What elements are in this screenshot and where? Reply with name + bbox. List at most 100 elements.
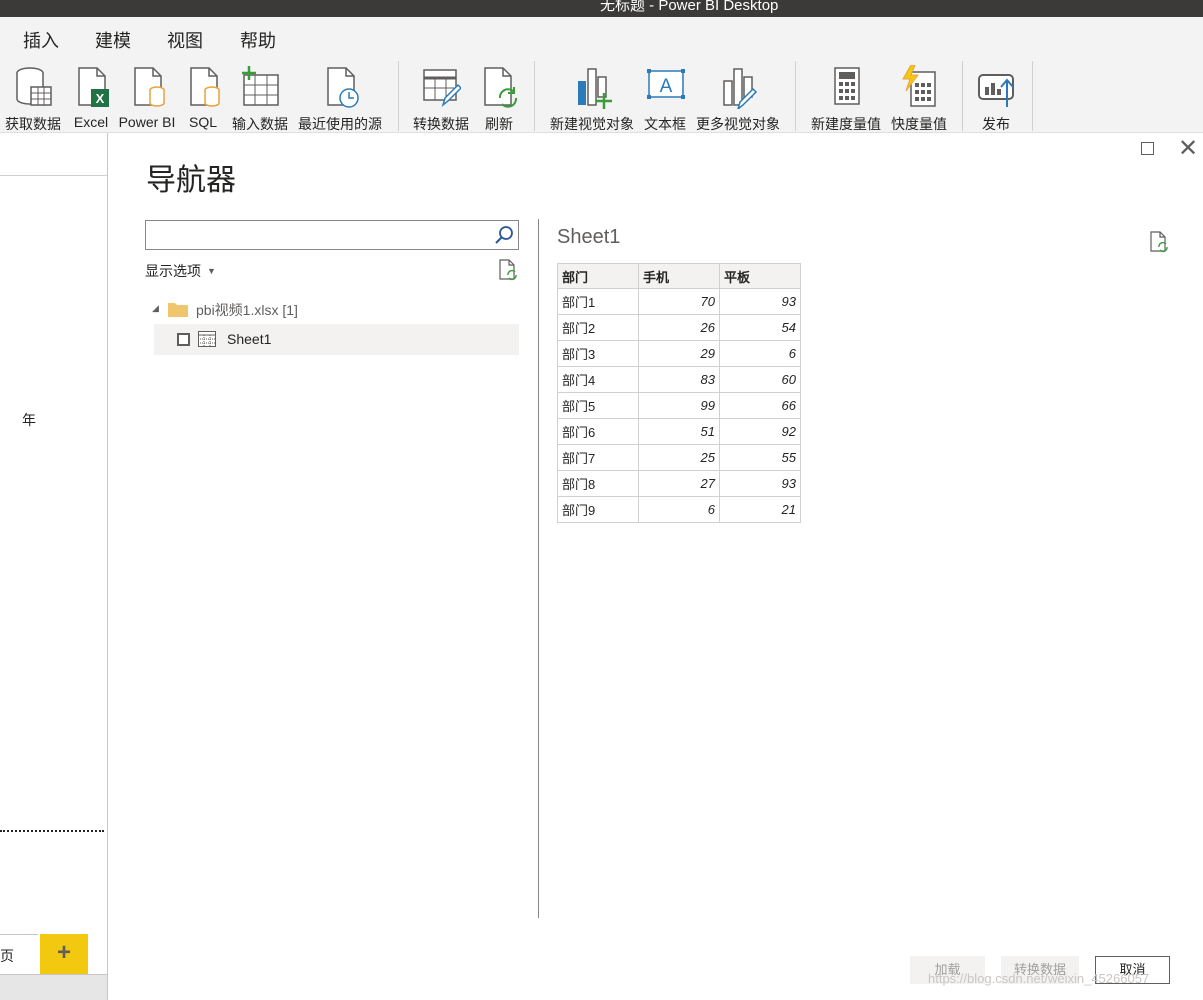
- text-box-label: 文本框: [644, 116, 686, 132]
- table-cell: 部门1: [557, 288, 639, 315]
- refresh-label: 刷新: [485, 116, 513, 132]
- table-cell: 54: [719, 314, 801, 341]
- chevron-down-icon: ▼: [207, 266, 216, 276]
- menu-insert[interactable]: 插入: [23, 27, 59, 53]
- table-cell: 93: [719, 288, 801, 315]
- dataset-icon: [134, 67, 165, 107]
- table-cell: 83: [638, 366, 720, 393]
- table-cell: 60: [719, 366, 801, 393]
- more-visuals-label: 更多视觉对象: [696, 116, 780, 132]
- table-cell: 29: [638, 340, 720, 367]
- ribbon: 获取数据 ⌄ X Excel Power BI SQL: [0, 57, 1203, 148]
- table-cell: 部门2: [557, 314, 639, 341]
- navigator-dialog: ✕ 导航器 显示选项 ▼ ◢ pbi视频1.xlsx [1] Sheet1 Sh…: [107, 133, 1203, 1000]
- excel-icon: X: [78, 67, 109, 107]
- table-row: 部门6 51 92: [557, 418, 801, 445]
- new-measure-label: 新建度量值: [811, 116, 881, 132]
- tree-item-sheet[interactable]: Sheet1: [154, 324, 519, 355]
- get-data-label: 获取数据: [5, 116, 61, 132]
- table-cell: 70: [638, 288, 720, 315]
- table-row: 部门4 83 60: [557, 366, 801, 393]
- column-header: 平板: [719, 263, 801, 289]
- display-options-label: 显示选项: [145, 263, 201, 279]
- page-tab[interactable]: 页: [0, 934, 38, 974]
- table-cell: 部门5: [557, 392, 639, 419]
- refresh-icon[interactable]: [497, 259, 519, 281]
- menu-help[interactable]: 帮助: [240, 27, 276, 53]
- title-bar: 无标题 - Power BI Desktop: [0, 0, 1203, 17]
- table-cell: 部门6: [557, 418, 639, 445]
- sheet-name: Sheet1: [227, 331, 272, 347]
- dialog-title: 导航器: [146, 163, 236, 198]
- table-cell: 93: [719, 470, 801, 497]
- database-icon: [16, 67, 52, 106]
- table-add-icon: [242, 66, 279, 106]
- table-edit-icon: [423, 69, 461, 108]
- quick-measure-label: 快度量值: [891, 116, 947, 132]
- table-cell: 66: [719, 392, 801, 419]
- maximize-icon[interactable]: [1141, 142, 1154, 155]
- publish-label: 发布: [982, 116, 1010, 132]
- ribbon-separator: [534, 61, 535, 131]
- table-cell: 21: [719, 496, 801, 523]
- watermark-text: https://blog.csdn.net/weixin_45266057: [928, 971, 1150, 986]
- table-cell: 部门9: [557, 496, 639, 523]
- file-name: pbi视频1.xlsx [1]: [196, 302, 298, 318]
- table-header-row: 部门 手机 平板: [557, 263, 801, 289]
- add-page-button[interactable]: +: [40, 934, 88, 974]
- ribbon-separator: [795, 61, 796, 131]
- table-cell: 6: [638, 496, 720, 523]
- preview-table: 部门 手机 平板 部门1 70 93 部门2 26 54 部门3 29 6 部门4 83 60 部门5 9…: [557, 263, 801, 523]
- sql-server-icon: [190, 67, 220, 107]
- clock-file-icon: [327, 67, 359, 108]
- menu-bar: 插入 建模 视图 帮助: [0, 17, 1203, 57]
- sheet-checkbox[interactable]: [177, 333, 190, 346]
- table-cell: 部门4: [557, 366, 639, 393]
- table-row: 部门5 99 66: [557, 392, 801, 419]
- report-canvas-left: 年 页 +: [0, 133, 107, 1000]
- ribbon-separator: [962, 61, 963, 131]
- close-icon[interactable]: ✕: [1178, 137, 1198, 161]
- enter-data-label: 输入数据: [232, 116, 288, 132]
- table-cell: 25: [638, 444, 720, 471]
- table-row: 部门9 6 21: [557, 496, 801, 523]
- table-row: 部门1 70 93: [557, 288, 801, 315]
- status-bar: [0, 974, 107, 1000]
- divider: [0, 175, 107, 176]
- table-cell: 部门7: [557, 444, 639, 471]
- new-visual-label: 新建视觉对象: [550, 116, 634, 132]
- table-row: 部门2 26 54: [557, 314, 801, 341]
- search-input[interactable]: [145, 220, 519, 250]
- publish-icon: [978, 74, 1014, 107]
- display-options-dropdown[interactable]: 显示选项 ▼: [145, 261, 216, 281]
- ribbon-separator: [398, 61, 399, 131]
- table-row: 部门7 25 55: [557, 444, 801, 471]
- menu-modeling[interactable]: 建模: [95, 27, 131, 53]
- table-cell: 26: [638, 314, 720, 341]
- svg-text:X: X: [96, 91, 105, 106]
- collapse-icon[interactable]: ◢: [152, 303, 159, 314]
- quick-calculator-icon: [902, 65, 936, 107]
- column-header: 部门: [557, 263, 639, 289]
- table-cell: 99: [638, 392, 720, 419]
- year-label: 年: [22, 412, 36, 428]
- pane-divider[interactable]: [538, 219, 539, 918]
- table-row: 部门8 27 93: [557, 470, 801, 497]
- window-title: 无标题 - Power BI Desktop: [600, 0, 779, 14]
- dotted-divider: [0, 830, 104, 832]
- recent-sources-label: 最近使用的源: [298, 116, 382, 132]
- sql-label: SQL: [188, 114, 217, 130]
- table-cell: 27: [638, 470, 720, 497]
- menu-view[interactable]: 视图: [167, 27, 203, 53]
- table-cell: 55: [719, 444, 801, 471]
- table-cell: 部门3: [557, 340, 639, 367]
- search-icon[interactable]: [494, 225, 514, 245]
- table-cell: 6: [719, 340, 801, 367]
- refresh-icon[interactable]: [1148, 231, 1170, 253]
- table-cell: 51: [638, 418, 720, 445]
- excel-label: Excel: [73, 114, 109, 130]
- calculator-icon: [834, 67, 860, 105]
- power-bi-label: Power BI: [118, 114, 176, 130]
- preview-title: Sheet1: [557, 226, 621, 248]
- refresh-icon: [484, 67, 518, 108]
